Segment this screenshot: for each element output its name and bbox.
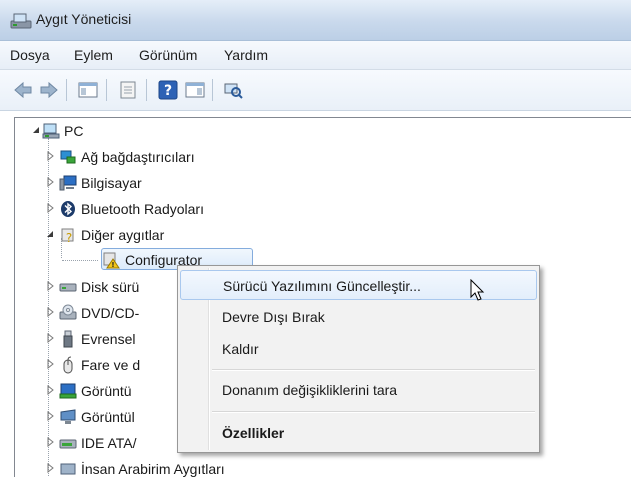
expand-arrow-icon[interactable]	[45, 437, 55, 447]
context-separator	[212, 411, 535, 413]
expand-arrow-icon[interactable]	[45, 385, 55, 395]
tree-node-disk-drives[interactable]: Disk sürü	[15, 276, 185, 298]
device-manager-icon	[10, 13, 32, 29]
monitor-icon	[60, 409, 76, 424]
disk-drive-icon	[59, 283, 77, 292]
properties-icon[interactable]	[117, 79, 139, 101]
context-item-label: Özellikler	[222, 425, 285, 441]
ide-controller-icon	[59, 439, 77, 449]
show-hide-console-tree-icon[interactable]	[77, 79, 99, 101]
computer-icon	[59, 175, 77, 191]
context-item-uninstall[interactable]: Kaldır	[180, 334, 537, 364]
context-item-disable[interactable]: Devre Dışı Bırak	[180, 302, 537, 332]
network-adapter-icon	[60, 150, 76, 164]
tree-label-disk-drives: Disk sürü	[81, 279, 140, 295]
tree-label-network-adapters: Ağ bağdaştırıcıları	[81, 149, 195, 165]
menu-eylem[interactable]: Eylem	[72, 47, 115, 63]
tree-node-hid[interactable]: İnsan Arabirim Aygıtları	[15, 458, 315, 477]
expand-arrow-icon[interactable]	[45, 307, 55, 317]
warning-device-icon: !	[103, 252, 120, 269]
help-icon[interactable]: ?	[157, 79, 179, 101]
tree-node-usb[interactable]: Evrensel	[15, 328, 175, 350]
device-manager-window: Aygıt Yöneticisi Dosya Eylem Görünüm Yar…	[0, 0, 631, 477]
tree-label-display-adapters: Görüntü	[81, 383, 132, 399]
computer-icon	[42, 123, 60, 139]
collapse-arrow-icon[interactable]	[45, 229, 55, 239]
expand-arrow-icon[interactable]	[45, 203, 55, 213]
usb-icon	[63, 330, 73, 348]
expand-arrow-icon[interactable]	[45, 463, 55, 473]
context-item-label: Donanım değişikliklerini tara	[222, 382, 398, 398]
tree-node-display-adapters[interactable]: Görüntü	[15, 380, 175, 402]
tree-label-ide-ata: IDE ATA/	[81, 435, 137, 451]
tree-node-pc[interactable]: PC	[15, 120, 215, 142]
context-item-label: Sürücü Yazılımını Güncelleştir...	[223, 278, 421, 294]
tree-label-monitors: Görüntül	[81, 409, 135, 425]
tree-label-hid: İnsan Arabirim Aygıtları	[81, 461, 225, 477]
expand-arrow-icon[interactable]	[45, 281, 55, 291]
context-item-label: Devre Dışı Bırak	[222, 309, 325, 325]
mouse-cursor-icon	[470, 279, 485, 301]
action-pane-icon[interactable]	[184, 79, 206, 101]
tree-node-other-devices[interactable]: ? Diğer aygıtlar	[15, 224, 315, 246]
back-arrow-icon[interactable]	[12, 79, 34, 101]
hid-icon	[60, 463, 76, 475]
menu-bar: Dosya Eylem Görünüm Yardım	[0, 41, 631, 70]
title-bar[interactable]: Aygıt Yöneticisi	[0, 0, 631, 41]
context-item-label: Kaldır	[222, 341, 259, 357]
tree-label-usb: Evrensel	[81, 331, 136, 347]
tree-label-computer: Bilgisayar	[81, 175, 142, 191]
svg-text:?: ?	[66, 231, 72, 244]
expand-arrow-icon[interactable]	[45, 359, 55, 369]
tree-node-dvd-cd[interactable]: DVD/CD-	[15, 302, 175, 324]
context-item-scan-hardware[interactable]: Donanım değişikliklerini tara	[180, 375, 537, 405]
context-item-properties[interactable]: Özellikler	[180, 418, 537, 448]
tree-label-mice: Fare ve d	[81, 357, 141, 373]
expand-arrow-icon[interactable]	[45, 151, 55, 161]
tree-node-bluetooth[interactable]: Bluetooth Radyoları	[15, 198, 315, 220]
expand-arrow-icon[interactable]	[45, 411, 55, 421]
window-title: Aygıt Yöneticisi	[36, 11, 132, 27]
tree-node-computer[interactable]: Bilgisayar	[15, 172, 315, 194]
tree-node-mice[interactable]: Fare ve d	[15, 354, 175, 376]
expand-arrow-icon[interactable]	[45, 177, 55, 187]
tree-node-ide-ata[interactable]: IDE ATA/	[15, 432, 175, 454]
svg-text:?: ?	[164, 83, 172, 99]
collapse-arrow-icon[interactable]	[31, 125, 41, 135]
display-adapter-icon	[59, 383, 77, 399]
tree-label-pc: PC	[64, 123, 84, 139]
tree-node-network-adapters[interactable]: Ağ bağdaştırıcıları	[15, 146, 315, 168]
mouse-icon	[63, 356, 73, 374]
menu-dosya[interactable]: Dosya	[8, 47, 52, 63]
dvd-drive-icon	[59, 304, 77, 320]
context-separator	[212, 369, 535, 371]
other-devices-icon: ?	[61, 228, 74, 244]
tree-label-dvd-cd: DVD/CD-	[81, 305, 140, 321]
bluetooth-icon	[61, 201, 75, 217]
toolbar: ?	[0, 70, 631, 111]
scan-hardware-icon[interactable]	[222, 79, 244, 101]
tree-label-bluetooth: Bluetooth Radyoları	[81, 201, 204, 217]
expand-arrow-icon[interactable]	[45, 333, 55, 343]
menu-gorunum[interactable]: Görünüm	[137, 47, 199, 63]
menu-yardim[interactable]: Yardım	[222, 47, 270, 63]
tree-node-monitors[interactable]: Görüntül	[15, 406, 175, 428]
tree-label-other-devices: Diğer aygıtlar	[81, 227, 165, 243]
svg-text:!: !	[111, 261, 114, 269]
forward-arrow-icon[interactable]	[38, 79, 60, 101]
